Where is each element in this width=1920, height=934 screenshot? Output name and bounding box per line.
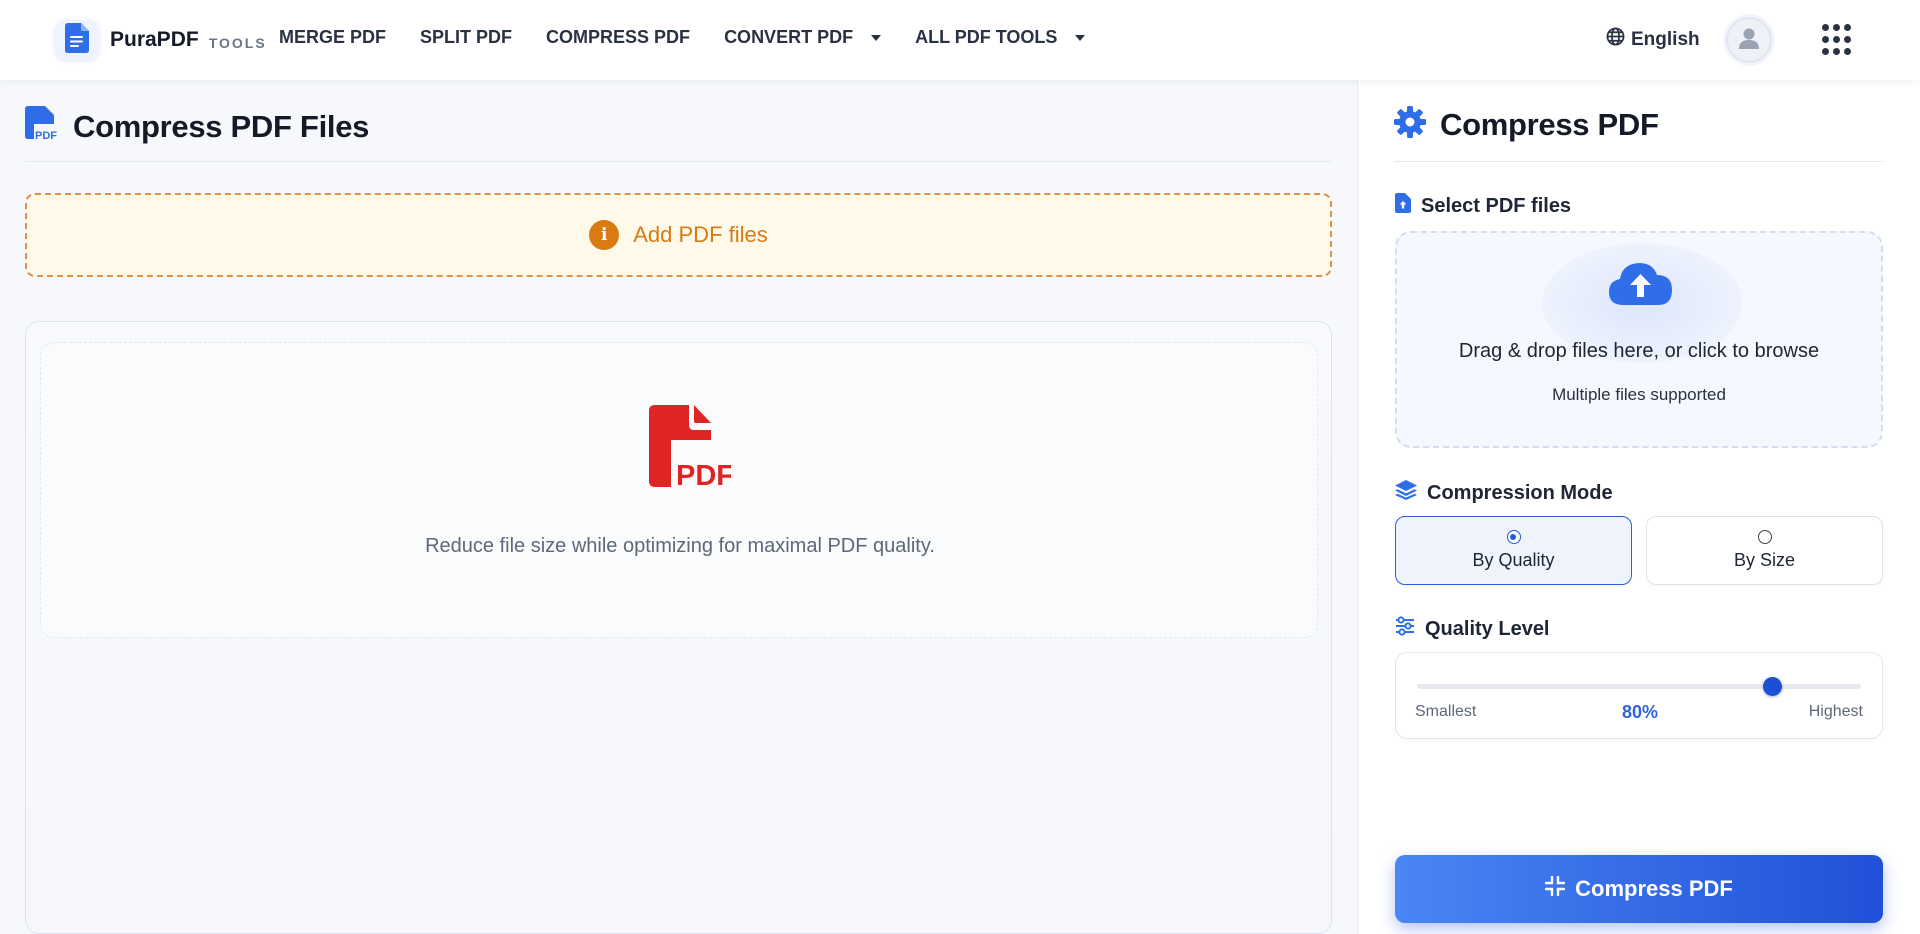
caret-down-icon [1075, 34, 1086, 41]
main-title-text: Compress PDF Files [73, 108, 370, 144]
top-header: PuraPDF TOOLS MERGE PDF SPLIT PDF COMPRE… [0, 0, 1920, 80]
quality-slider-card: Smallest 80% Highest [1395, 652, 1883, 739]
nav-convert-pdf-dropdown[interactable]: CONVERT PDF [724, 27, 882, 48]
globe-icon [1606, 27, 1631, 52]
nav-compress-pdf-label: COMPRESS PDF [546, 27, 691, 47]
compression-mode-label: Compression Mode [1395, 480, 1613, 506]
quality-level-label: Quality Level [1395, 616, 1550, 642]
main-nav: MERGE PDF SPLIT PDF COMPRESS PDF CONVERT… [279, 27, 1119, 48]
select-files-label-text: Select PDF files [1421, 194, 1572, 217]
divider [25, 161, 1332, 162]
nav-split-pdf[interactable]: SPLIT PDF [420, 27, 512, 48]
svg-text:PDF: PDF [676, 460, 731, 487]
radio-unselected[interactable] [1757, 530, 1772, 544]
page-title: PDF Compress PDF Files [25, 106, 369, 147]
brand[interactable]: PuraPDF TOOLS [55, 20, 267, 60]
panel-title: Compress PDF [1394, 106, 1659, 143]
pdf-file-icon: PDF [649, 405, 734, 492]
brand-subtitle: TOOLS [208, 34, 267, 51]
compress-icon [1544, 875, 1575, 902]
language-label: English [1631, 28, 1700, 50]
file-list-area: PDF Reduce file size while optimizing fo… [25, 321, 1332, 934]
empty-state: PDF Reduce file size while optimizing fo… [40, 342, 1318, 638]
mode-by-quality-label: By Quality [1472, 550, 1555, 570]
quality-slider-track[interactable] [1417, 677, 1861, 696]
caret-down-icon [871, 34, 882, 41]
quality-level-label-text: Quality Level [1425, 617, 1550, 640]
file-text-icon [65, 22, 89, 58]
apps-grid-icon[interactable] [1822, 24, 1852, 56]
add-files-notice-text: Add PDF files [633, 222, 768, 247]
nav-convert-pdf-label: CONVERT PDF [724, 27, 854, 47]
pdf-file-icon: PDF [25, 106, 57, 147]
quality-max-label: Highest [1808, 703, 1863, 720]
radio-selected[interactable] [1506, 530, 1521, 544]
nav-all-pdf-tools-dropdown[interactable]: ALL PDF TOOLS [915, 27, 1086, 48]
brand-name: PuraPDF [110, 28, 199, 51]
gear-icon [1394, 106, 1426, 143]
user-icon [1736, 25, 1762, 56]
file-dropzone[interactable]: Drag & drop files here, or click to brow… [1395, 231, 1883, 448]
nav-all-pdf-tools-label: ALL PDF TOOLS [915, 27, 1058, 47]
sliders-icon [1395, 616, 1425, 642]
compress-pdf-button-label: Compress PDF [1575, 876, 1733, 901]
empty-state-caption: Reduce file size while optimizing for ma… [425, 535, 935, 557]
panel-title-text: Compress PDF [1440, 106, 1659, 142]
info-icon: i [589, 220, 620, 250]
compression-mode-label-text: Compression Mode [1427, 481, 1613, 504]
svg-text:PDF: PDF [35, 130, 57, 142]
nav-merge-pdf[interactable]: MERGE PDF [279, 27, 386, 48]
brand-logo [55, 20, 99, 60]
cloud-upload-icon [1609, 260, 1673, 311]
language-selector[interactable]: English [1606, 27, 1700, 52]
quality-slider-thumb[interactable] [1763, 677, 1783, 696]
dropzone-instructions: Drag & drop files here, or click to brow… [1458, 340, 1820, 362]
mode-by-size-label: By Size [1733, 550, 1796, 570]
select-files-label: Select PDF files [1395, 193, 1571, 219]
user-avatar-button[interactable] [1726, 17, 1772, 63]
file-upload-icon [1395, 193, 1421, 219]
divider [1394, 161, 1883, 162]
nav-split-pdf-label: SPLIT PDF [420, 27, 513, 47]
mode-by-quality-option[interactable]: By Quality [1395, 516, 1632, 585]
mode-by-size-option[interactable]: By Size [1646, 516, 1883, 585]
compress-pdf-button[interactable]: Compress PDF [1395, 855, 1883, 923]
add-files-notice: i Add PDF files [25, 193, 1332, 277]
dropzone-hint: Multiple files supported [1552, 385, 1726, 404]
layers-icon [1395, 480, 1427, 506]
nav-merge-pdf-label: MERGE PDF [279, 27, 387, 47]
nav-compress-pdf[interactable]: COMPRESS PDF [546, 27, 690, 48]
